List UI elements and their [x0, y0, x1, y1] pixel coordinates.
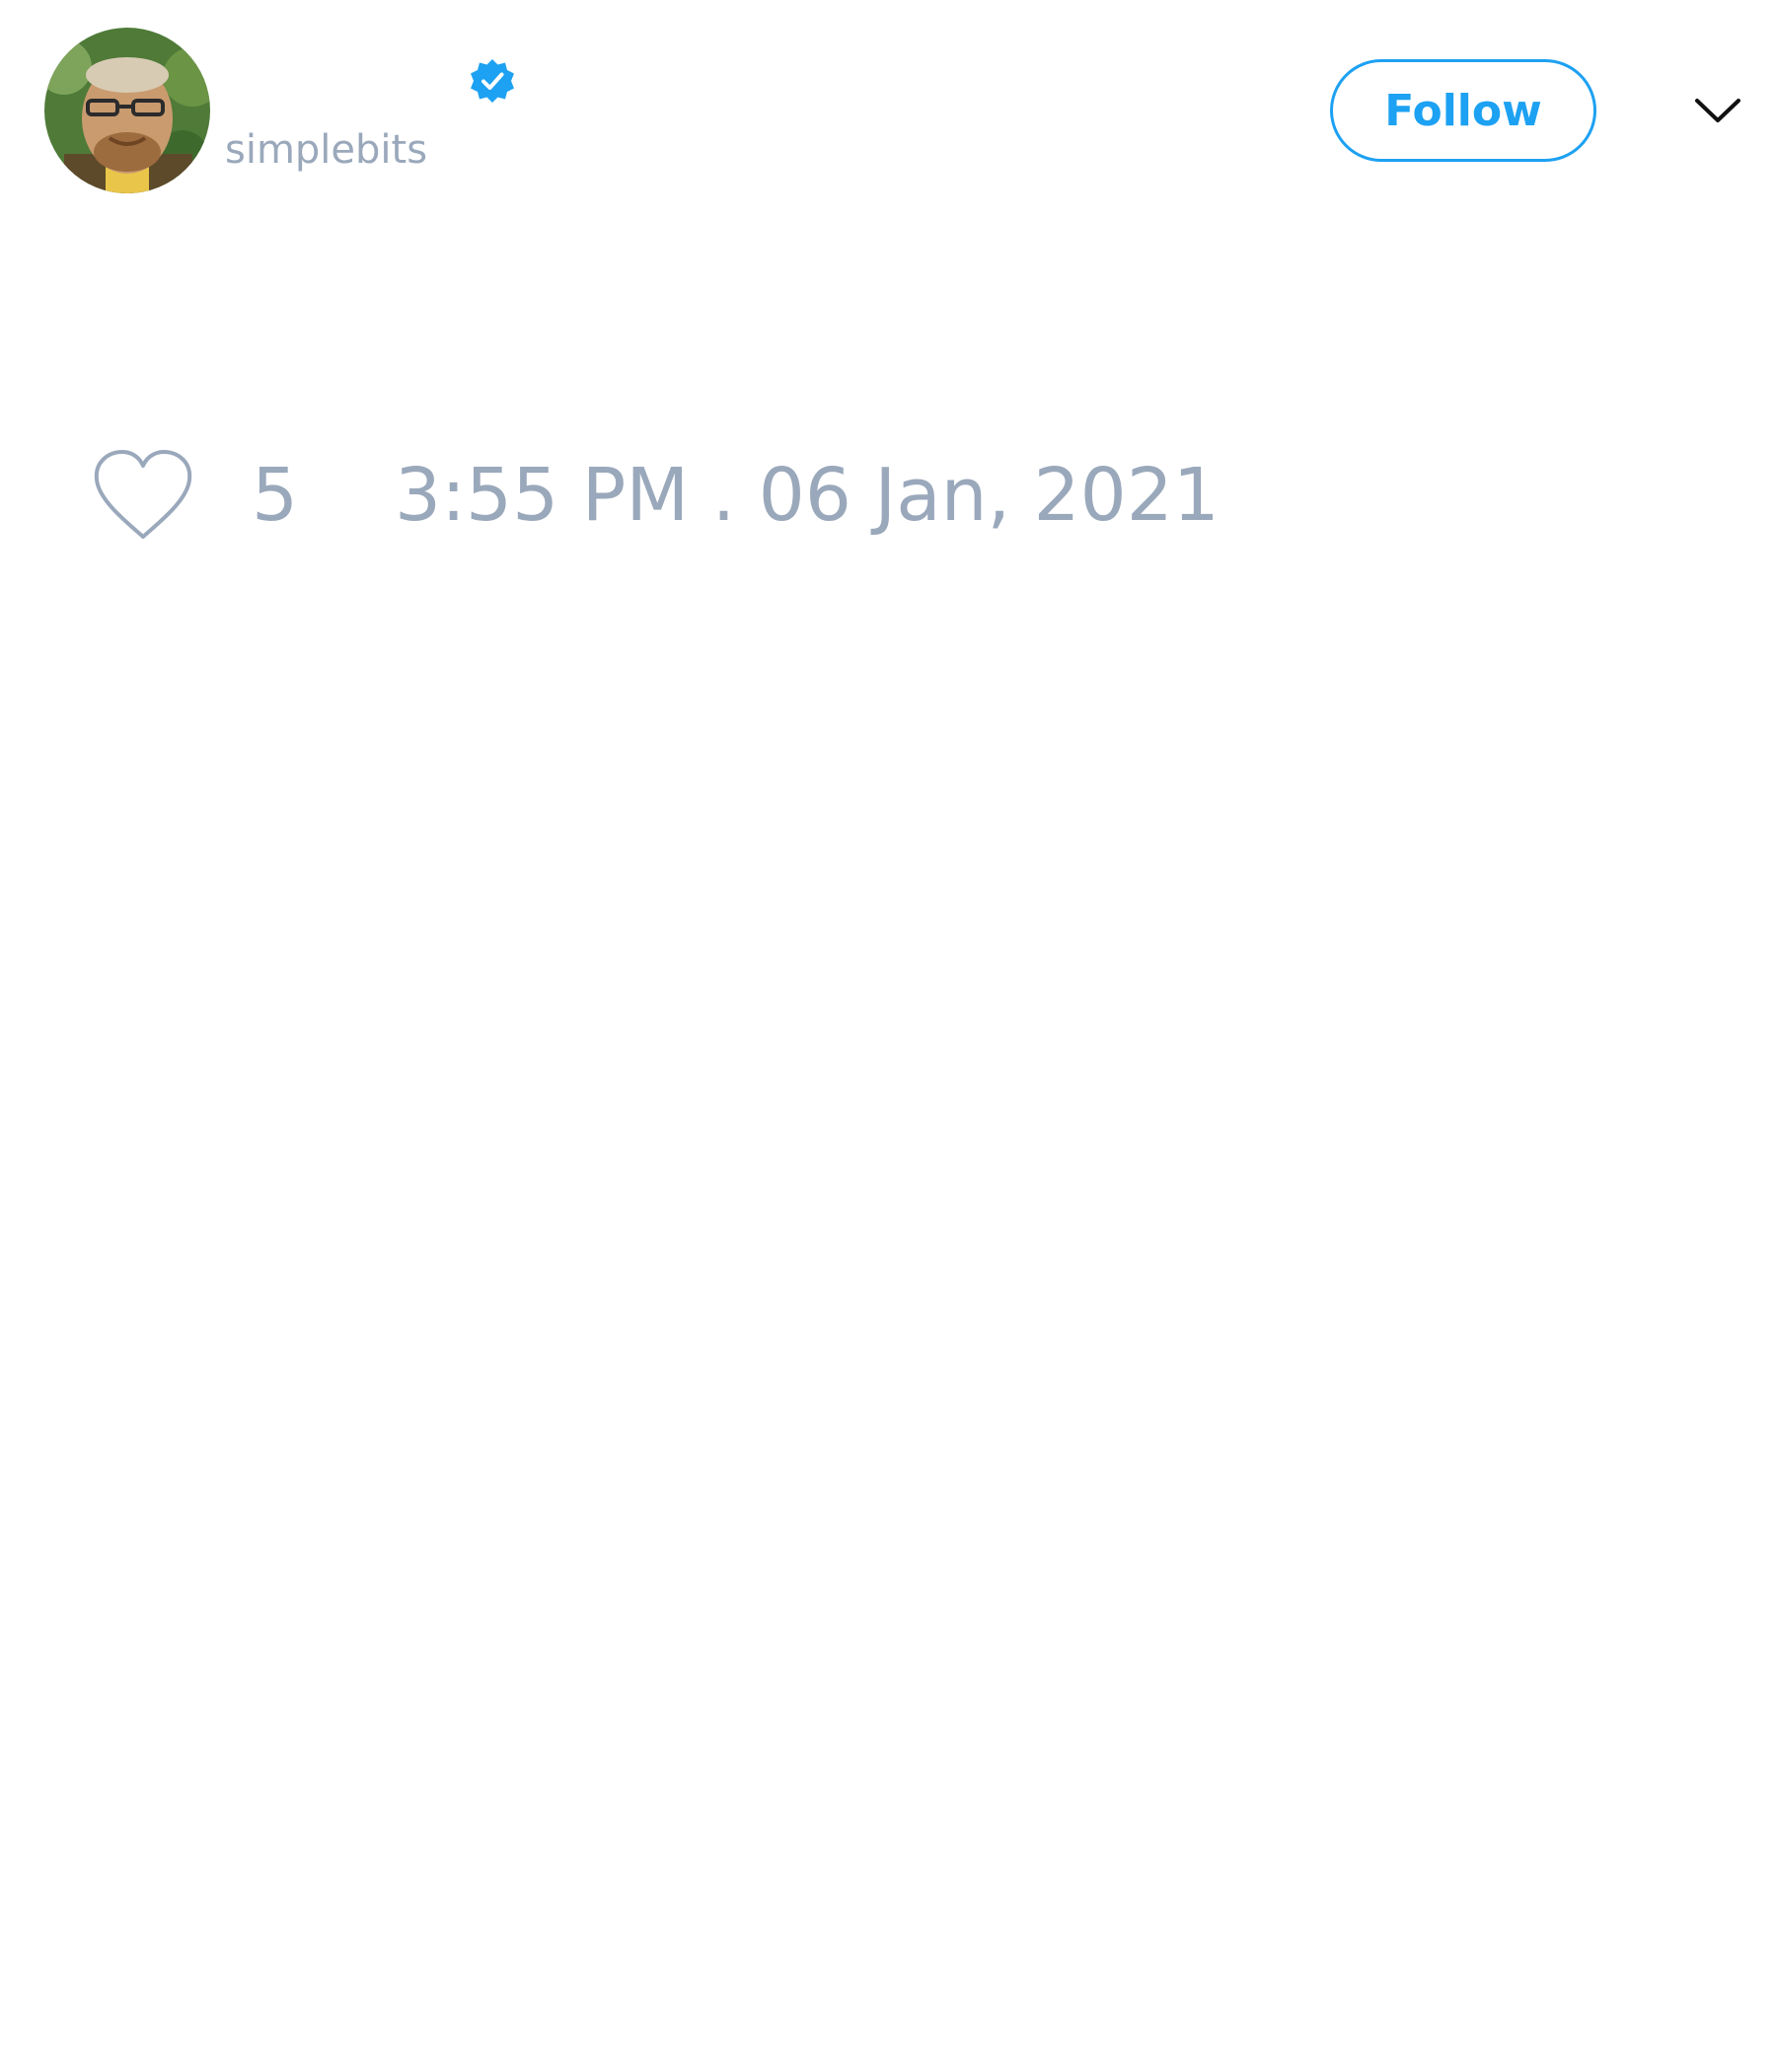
tweet-timestamp[interactable]: 3:55 PM . 06 Jan, 2021: [395, 452, 1220, 539]
avatar-image: [44, 28, 210, 193]
author-handle[interactable]: simplebits: [225, 126, 427, 174]
chevron-down-icon[interactable]: [1693, 91, 1742, 130]
avatar[interactable]: [44, 28, 210, 193]
heart-icon[interactable]: [91, 446, 195, 545]
follow-button[interactable]: Follow: [1330, 59, 1596, 162]
like-count: 5: [252, 453, 299, 538]
verified-badge-icon: [471, 59, 514, 103]
